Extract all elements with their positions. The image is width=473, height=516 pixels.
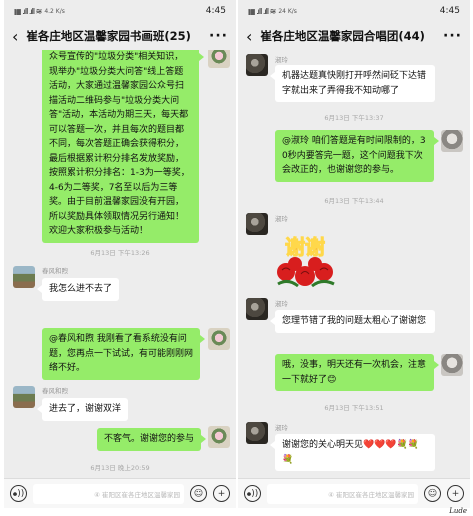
plus-icon[interactable]: + (213, 485, 230, 502)
emoji-icon[interactable]: ☺ (190, 485, 207, 502)
timestamp: 6月13日 晚上20:59 (90, 464, 150, 472)
voice-icon[interactable]: ⦁)) (10, 485, 27, 502)
message-bubble[interactable]: @春风和煦 我刚看了看系统没有问题，您再点一下试试，有可能刚刚网络不好。 (42, 328, 205, 380)
message-bubble[interactable]: 我怎么进不去了 (36, 278, 120, 301)
message-bubble[interactable]: 哦，没事，明天还有一次机会，注意一下就好了😊 (275, 354, 439, 391)
back-arrow-icon[interactable]: ‹ (246, 27, 252, 46)
chat-title: 崔各庄地区温馨家园合唱团(44) (260, 29, 425, 43)
avatar[interactable] (13, 386, 35, 408)
message-list[interactable]: 淑玲 机器达题真快刚打开呼然间砭下达错字就出来了弄得我不知动哪了 6月13日 下… (238, 50, 470, 478)
message-bubble[interactable]: 您理节错了我的问题太粗心了谢谢您 (270, 310, 435, 333)
plus-icon[interactable]: + (447, 485, 464, 502)
message-bubble[interactable]: 进去了，谢谢双洋 (36, 398, 129, 421)
avatar[interactable] (246, 54, 268, 76)
more-options-icon[interactable]: ··· (443, 28, 462, 44)
timestamp: 6月13日 下午13:44 (324, 197, 384, 205)
network-speed: 24 K/s (278, 7, 297, 15)
timestamp: 6月13日 下午13:37 (324, 114, 384, 122)
avatar[interactable] (246, 298, 268, 320)
network-speed: 4.2 K/s (44, 7, 65, 15)
watermark: ④ 崔阳区崔各庄地区温馨家园 (94, 490, 180, 499)
chat-panel-left: ▦ .ıll .ıll ≋ 4.2 K/s 4:45 ‹ 崔各庄地区温馨家园书画… (4, 0, 236, 508)
avatar[interactable] (246, 213, 268, 235)
watermark: ④ 崔阳区崔各庄地区温馨家园 (328, 490, 414, 499)
avatar[interactable] (208, 50, 230, 68)
message-input[interactable]: ④ 崔阳区崔各庄地区温馨家园 (33, 483, 184, 504)
sender-name: 淑玲 (275, 215, 288, 223)
avatar[interactable] (208, 426, 230, 448)
signal-icons: ▦ .ıll .ıll ≋ (14, 6, 42, 16)
input-bar: ⦁)) ④ 崔阳区崔各庄地区温馨家园 ☺ + (238, 478, 470, 508)
chat-panel-right: ▦ .ıll .ıll ≋ 24 K/s 4:45 ‹ 崔各庄地区温馨家园合唱团… (238, 0, 470, 508)
avatar[interactable] (208, 328, 230, 350)
message-bubble[interactable]: @淑玲 咱们答题是有时间限制的，30秒内要答完一题，这个问题我下次会改正的，也谢… (275, 130, 439, 182)
emoji-icon[interactable]: ☺ (424, 485, 441, 502)
corner-logo: Lude (449, 507, 467, 515)
sender-name: 春风和煦 (42, 387, 68, 395)
more-options-icon[interactable]: ··· (209, 28, 228, 44)
input-bar: ⦁)) ④ 崔阳区崔各庄地区温馨家园 ☺ + (4, 478, 236, 508)
status-time: 4:45 (205, 6, 226, 16)
status-bar: ▦ .ıll .ıll ≋ 24 K/s 4:45 (238, 0, 470, 22)
status-time: 4:45 (439, 6, 460, 16)
sender-name: 淑玲 (275, 424, 288, 432)
message-bubble[interactable]: 不客气。谢谢您的参与 (96, 428, 207, 451)
signal-icons: ▦ .ıll .ıll ≋ (248, 6, 276, 16)
message-list[interactable]: 众号宣传的"垃圾分类"相关知识，现举办"垃圾分类大问答"线上答题活动，大家通过温… (4, 50, 236, 478)
avatar[interactable] (441, 354, 463, 376)
timestamp: 6月13日 下午13:26 (90, 249, 150, 257)
message-input[interactable]: ④ 崔阳区崔各庄地区温馨家园 (267, 483, 418, 504)
timestamp: 6月13日 下午13:51 (324, 404, 384, 412)
message-bubble[interactable]: 谢谢您的关心明天见❤️❤️❤️💐💐💐 (270, 434, 435, 471)
back-arrow-icon[interactable]: ‹ (12, 27, 18, 46)
voice-icon[interactable]: ⦁)) (244, 485, 261, 502)
sticker-text: 谢谢 (285, 235, 325, 259)
thank-you-sticker[interactable]: 谢谢 (272, 224, 338, 290)
avatar[interactable] (246, 422, 268, 444)
sender-name: 春风和煦 (42, 267, 68, 275)
status-bar: ▦ .ıll .ıll ≋ 4.2 K/s 4:45 (4, 0, 236, 22)
chat-header: ‹ 崔各庄地区温馨家园合唱团(44) ··· (238, 22, 470, 50)
message-bubble[interactable]: 众号宣传的"垃圾分类"相关知识，现举办"垃圾分类大问答"线上答题活动，大家通过温… (42, 50, 204, 243)
chat-title: 崔各庄地区温馨家园书画班(25) (26, 29, 191, 43)
sender-name: 淑玲 (275, 300, 288, 308)
sender-name: 淑玲 (275, 56, 288, 64)
avatar[interactable] (13, 266, 35, 288)
avatar[interactable] (441, 130, 463, 152)
message-bubble[interactable]: 机器达题真快刚打开呼然间砭下达错字就出来了弄得我不知动哪了 (270, 65, 435, 102)
chat-header: ‹ 崔各庄地区温馨家园书画班(25) ··· (4, 22, 236, 50)
